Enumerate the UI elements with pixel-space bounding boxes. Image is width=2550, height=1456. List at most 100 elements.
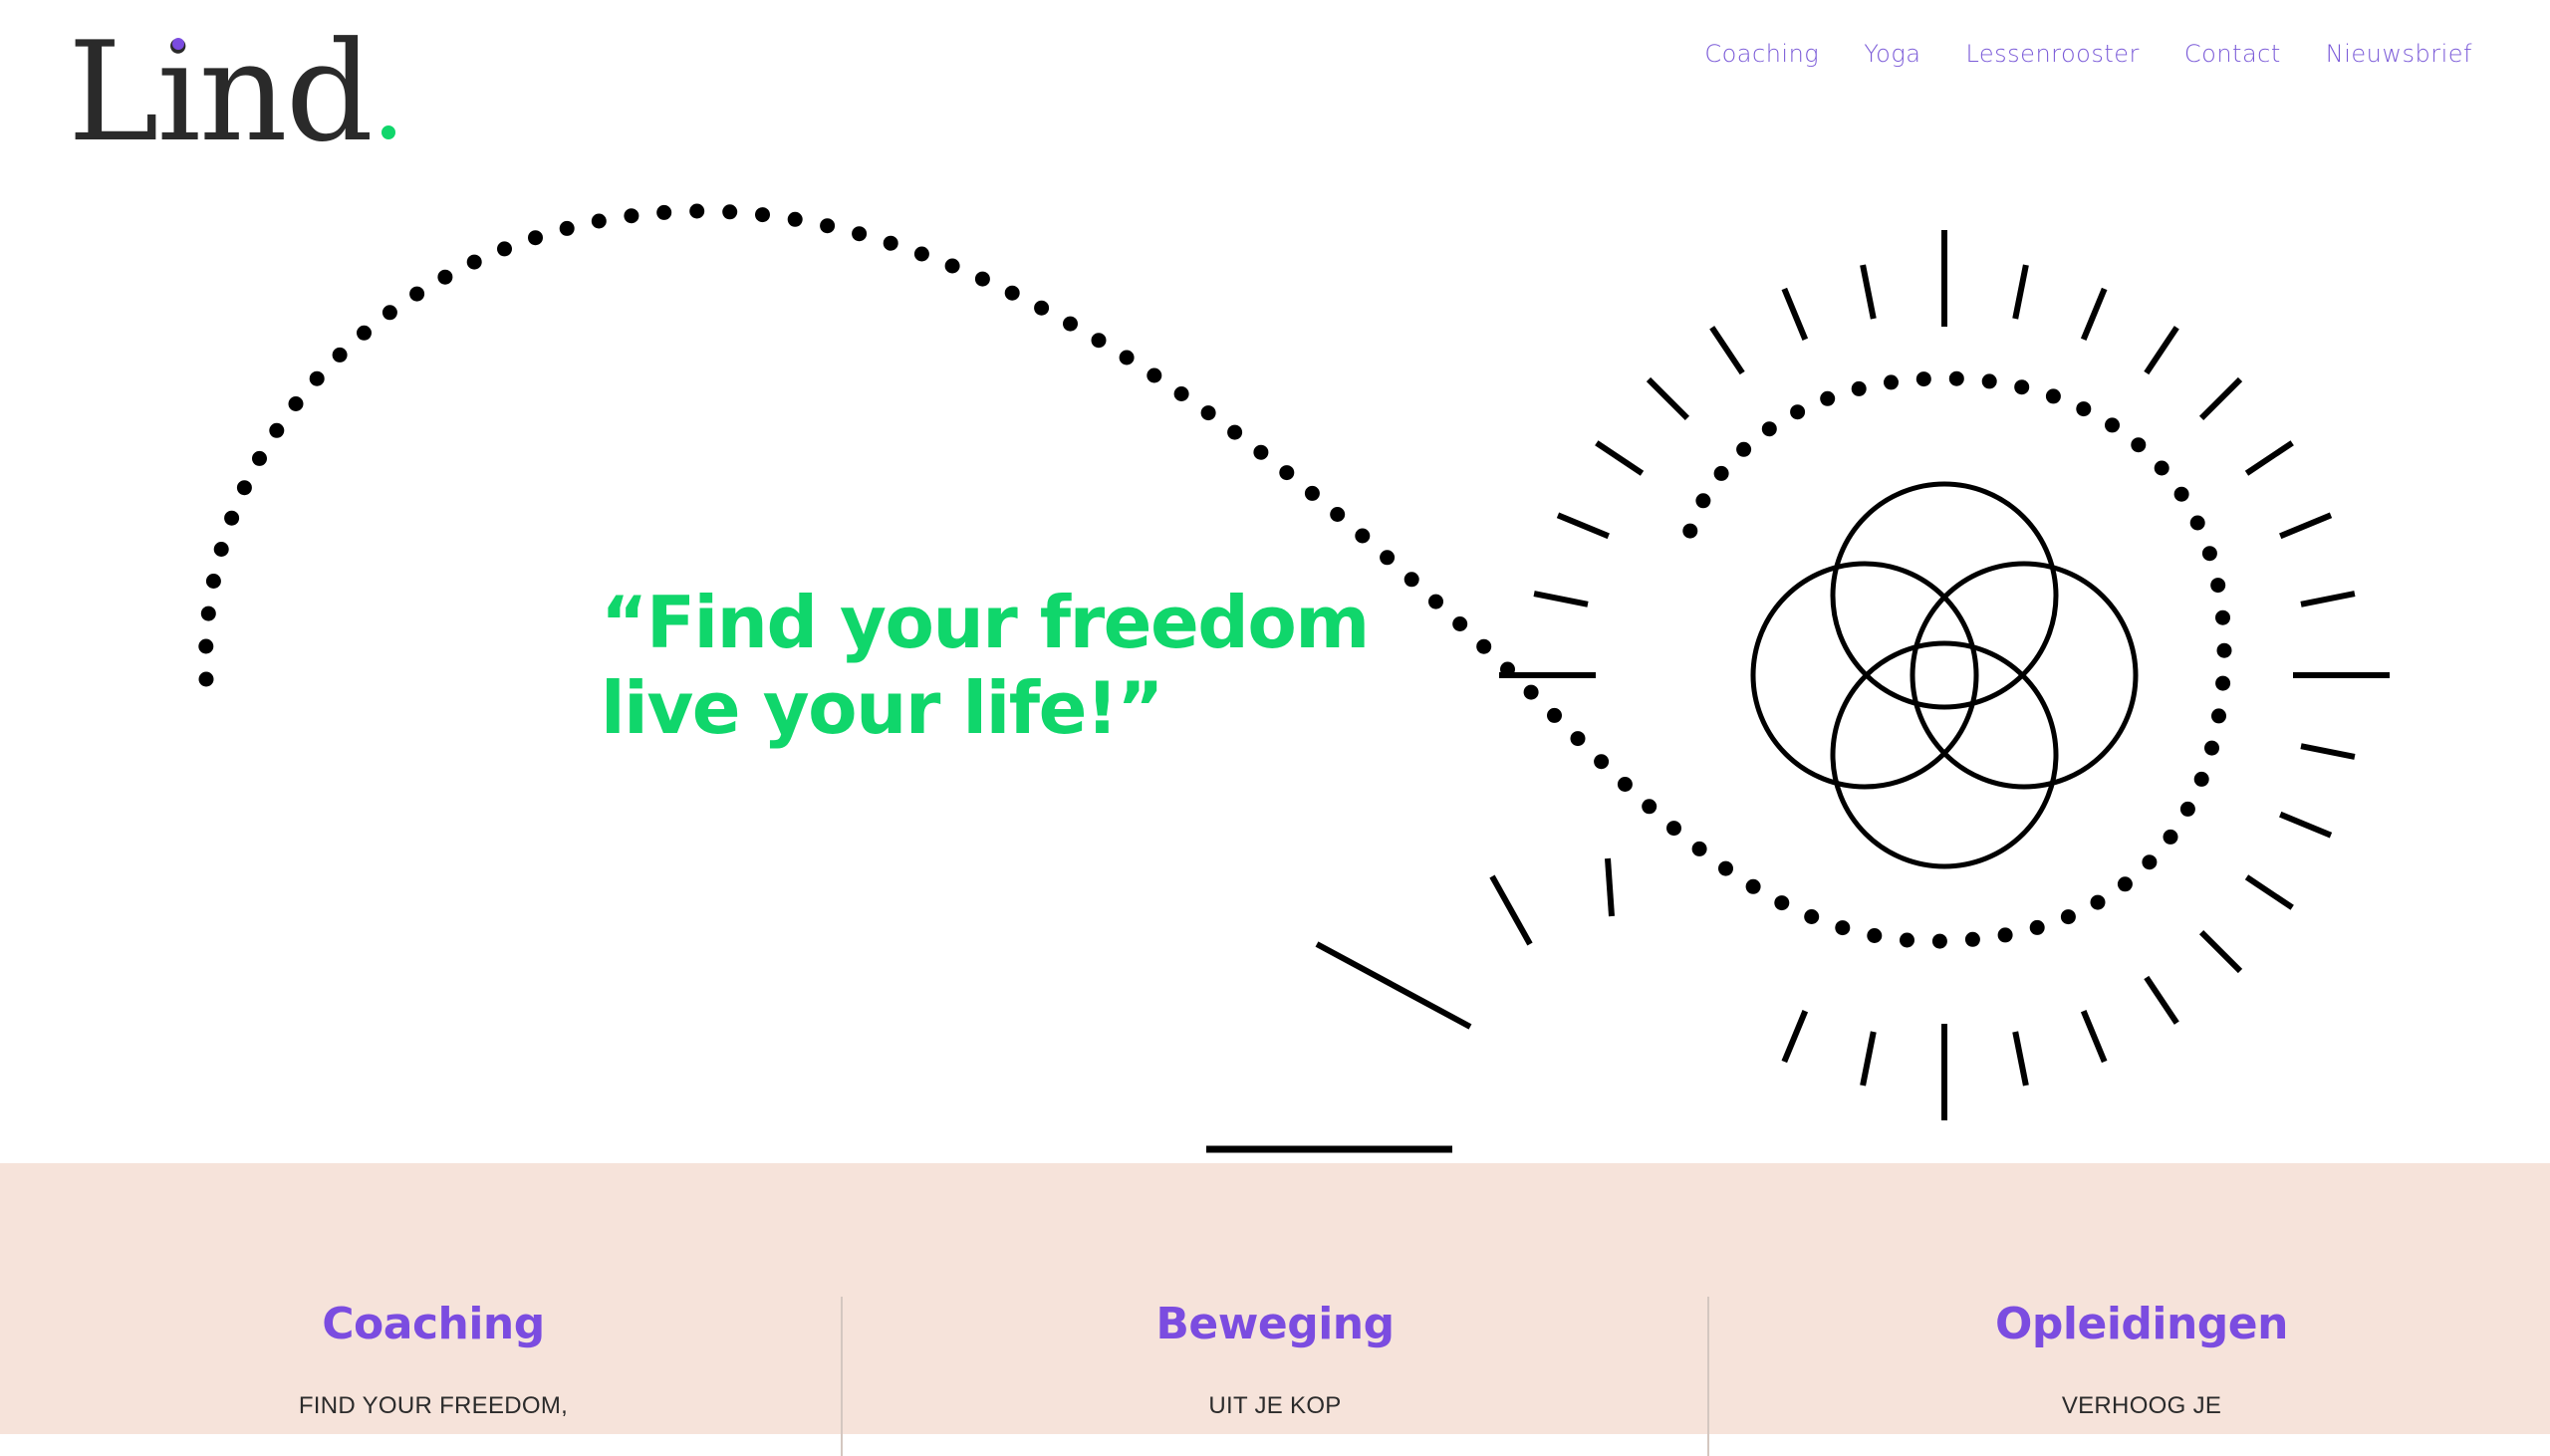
sun-ray <box>1709 326 1745 375</box>
wave-dot <box>1355 528 1371 544</box>
wave-dot <box>1147 367 1162 383</box>
wave-dot <box>2216 642 2232 658</box>
wave-dot <box>591 213 607 229</box>
wave-dot <box>1761 421 1777 437</box>
service-title[interactable]: Coaching <box>0 1297 867 1352</box>
wave-dot <box>1547 707 1562 723</box>
wave-dot <box>1304 485 1320 501</box>
wave-dot <box>1570 731 1586 747</box>
wave-dot <box>409 286 425 302</box>
dotted-wave-path <box>198 203 2232 949</box>
wave-dot <box>1820 390 1836 406</box>
sun-ray <box>1646 376 1690 421</box>
service-subtitle: VERHOOG JE <box>2061 1392 2222 1419</box>
sun-ray <box>2300 591 2356 607</box>
wave-dot <box>722 204 738 220</box>
sun-ray <box>2279 512 2333 540</box>
wave-dot <box>2163 829 2178 845</box>
wave-dot <box>1691 841 1707 856</box>
hero-quote-line-1: “Find your freedom <box>601 581 1370 664</box>
wave-dot <box>1227 424 1243 440</box>
wave-dot <box>2142 854 2158 870</box>
wave-dot <box>1330 507 1346 522</box>
wave-dot <box>357 325 372 341</box>
wave-dot <box>1884 374 1899 390</box>
wave-dot <box>2060 909 2076 925</box>
sun-ray <box>2198 376 2243 421</box>
wave-dot <box>2076 401 2092 417</box>
sun-ray <box>2198 929 2243 974</box>
sun-ray <box>1315 941 1472 1030</box>
sun-ray <box>1556 512 1610 540</box>
wave-dot <box>1931 933 1947 949</box>
wave-dot <box>2193 771 2209 787</box>
wave-dot <box>2117 876 2133 892</box>
wave-dot <box>1666 821 1681 837</box>
sun-ray <box>2080 1010 2108 1064</box>
wave-dot <box>466 254 482 270</box>
wave-dot <box>624 208 639 224</box>
sun-ray <box>1533 591 1589 607</box>
wave-dot <box>1200 405 1216 421</box>
service-column-beweging[interactable]: Beweging UIT JE KOP <box>842 1163 1708 1434</box>
services-band: Coaching FIND YOUR FREEDOM, Beweging UIT… <box>0 1163 2550 1456</box>
sun-ray <box>1781 287 1809 341</box>
sun-ray <box>1860 264 1877 320</box>
service-column-coaching[interactable]: Coaching FIND YOUR FREEDOM, <box>0 1163 867 1434</box>
wave-dot <box>1851 380 1867 396</box>
wave-dot <box>2210 578 2226 594</box>
sun-ray <box>2080 287 2108 341</box>
wave-dot <box>198 638 214 654</box>
wave-dot <box>1380 550 1396 566</box>
wave-dot <box>2189 515 2205 531</box>
wave-dot <box>2211 708 2226 724</box>
wave-dot <box>1523 684 1539 700</box>
wave-dot <box>205 574 221 589</box>
wave-dot <box>689 203 705 219</box>
wave-dot <box>1253 444 1269 460</box>
wave-dot <box>437 269 453 285</box>
wave-dot <box>2014 379 2030 395</box>
wave-dot <box>200 606 216 621</box>
sun-ray <box>2279 811 2333 839</box>
wave-dot <box>1617 777 1633 792</box>
wave-dot <box>852 226 868 242</box>
wave-dot <box>332 347 348 363</box>
wave-dot <box>1804 909 1820 924</box>
wave-dot <box>2029 919 2045 935</box>
wave-dot <box>1997 927 2013 943</box>
sun-ray <box>2300 743 2356 760</box>
wave-dot <box>2154 460 2169 476</box>
wave-dot <box>1091 333 1107 349</box>
wave-dot <box>1964 931 1980 947</box>
wave-dot <box>2201 546 2217 562</box>
wave-dot <box>1695 493 1711 509</box>
sun-ray <box>1605 857 1615 917</box>
wave-dot <box>974 271 990 287</box>
wave-dot <box>1835 920 1851 936</box>
wave-dot <box>1594 754 1610 770</box>
wave-dot <box>1915 371 1931 387</box>
sun-ray <box>2144 326 2179 375</box>
service-title[interactable]: Beweging <box>842 1297 1708 1352</box>
sun-ray <box>2244 874 2294 910</box>
wave-dot <box>382 305 397 321</box>
hero-quote: “Find your freedom live your life!” <box>601 580 1497 751</box>
wave-dot <box>1119 350 1135 365</box>
wave-dot <box>528 230 543 246</box>
wave-dot <box>1642 799 1658 815</box>
wave-dot <box>1948 370 1964 386</box>
service-subtitle: UIT JE KOP <box>1208 1392 1342 1419</box>
service-title[interactable]: Opleidingen <box>1708 1297 2550 1352</box>
wave-dot <box>1004 285 1020 301</box>
wave-dot <box>913 246 929 262</box>
sun-ray <box>2144 975 2179 1025</box>
sun-ray <box>1595 440 1645 476</box>
sun-ray <box>1860 1031 1877 1087</box>
wave-dot <box>198 671 214 687</box>
wave-dot <box>1745 878 1761 894</box>
wave-dot <box>252 450 267 466</box>
wave-dot <box>2204 740 2219 756</box>
service-column-opleidingen[interactable]: Opleidingen VERHOOG JE <box>1708 1163 2550 1434</box>
wave-dot <box>497 241 512 257</box>
